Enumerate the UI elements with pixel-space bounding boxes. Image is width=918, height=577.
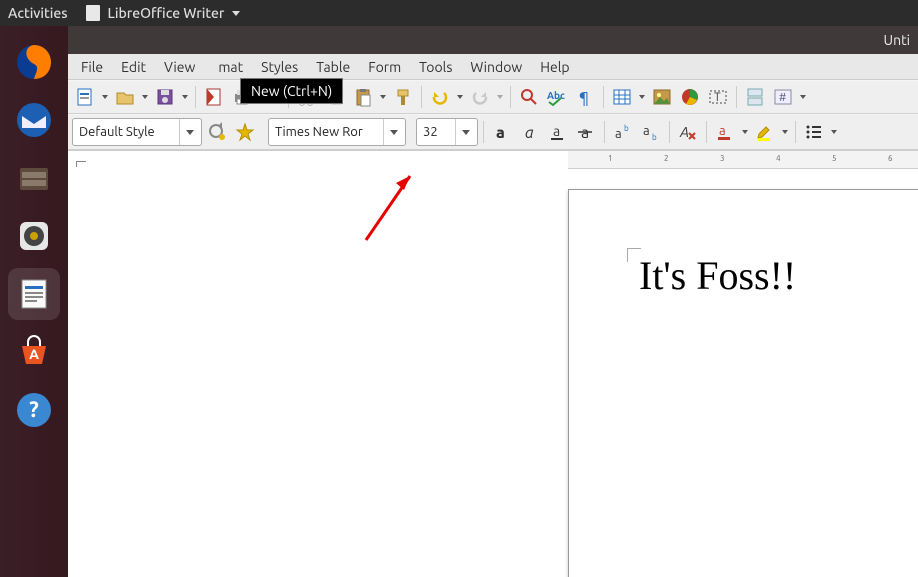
chevron-down-icon[interactable] (455, 119, 475, 145)
italic-button[interactable]: a (517, 119, 543, 145)
chevron-down-icon[interactable] (179, 119, 199, 145)
svg-text:?: ? (29, 397, 39, 422)
undo-button[interactable] (427, 84, 453, 110)
menu-help[interactable]: Help (531, 59, 578, 75)
open-dropdown[interactable] (140, 95, 150, 99)
svg-text:A: A (29, 346, 39, 362)
spellcheck-button[interactable]: Abc (544, 84, 570, 110)
menu-styles[interactable]: Styles (252, 59, 307, 75)
formatting-toolbar: Default Style Times New Ror 32 a a a a a… (68, 114, 918, 150)
paragraph-style-value: Default Style (79, 125, 179, 139)
app-menu[interactable]: LibreOffice Writer (86, 5, 241, 21)
menu-file[interactable]: File (72, 59, 112, 75)
app-window: Unti New (Ctrl+N) File Edit View mat Sty… (68, 26, 918, 577)
svg-text:a: a (496, 124, 505, 142)
svg-text:a: a (719, 124, 726, 138)
redo-dropdown[interactable] (495, 95, 505, 99)
dock-app-libreoffice-writer[interactable] (8, 268, 60, 320)
insert-textbox-button[interactable]: T (705, 84, 731, 110)
svg-text:a: a (525, 124, 534, 142)
insert-chart-button[interactable] (677, 84, 703, 110)
highlight-button[interactable] (752, 119, 778, 145)
tooltip-new: New (Ctrl+N) (240, 78, 343, 104)
document-page[interactable]: It's Foss!! (568, 189, 918, 577)
dock-app-thunderbird[interactable] (8, 94, 60, 146)
undo-dropdown[interactable] (455, 95, 465, 99)
svg-text:a: a (643, 124, 650, 138)
document-text[interactable]: It's Foss!! (639, 252, 796, 299)
save-button[interactable] (152, 84, 178, 110)
svg-text:b: b (624, 124, 629, 133)
dock-app-help[interactable]: ? (8, 384, 60, 436)
clear-formatting-button[interactable]: A (675, 119, 701, 145)
window-title: Unti (884, 32, 910, 48)
svg-text:a: a (581, 124, 589, 142)
insert-table-button[interactable] (609, 84, 635, 110)
font-name-combo[interactable]: Times New Ror (268, 118, 406, 146)
window-titlebar[interactable]: Unti (68, 26, 918, 54)
menu-format[interactable]: mat (209, 59, 252, 75)
insert-field-button[interactable]: # (770, 84, 796, 110)
gnome-top-panel: Activities LibreOffice Writer (0, 0, 918, 26)
new-dropdown[interactable] (100, 95, 110, 99)
dock-app-rhythmbox[interactable] (8, 210, 60, 262)
bold-button[interactable]: a (489, 119, 515, 145)
new-style-button[interactable] (232, 119, 258, 145)
svg-text:b: b (652, 133, 657, 142)
menu-window[interactable]: Window (461, 59, 531, 75)
redo-button[interactable] (467, 84, 493, 110)
bullets-dropdown[interactable] (829, 130, 839, 134)
insert-table-dropdown[interactable] (637, 95, 647, 99)
font-name-value: Times New Ror (275, 125, 383, 139)
paragraph-style-combo[interactable]: Default Style (72, 118, 202, 146)
document-area[interactable]: 1 2 3 4 5 6 7 It's Foss!! (68, 150, 918, 577)
svg-text:A: A (679, 124, 689, 140)
superscript-button[interactable]: ab (610, 119, 636, 145)
standard-toolbar: Abc ¶ T # (68, 80, 918, 114)
insert-image-button[interactable] (649, 84, 675, 110)
caret-down-icon (232, 11, 240, 16)
margin-marker-icon (76, 161, 86, 167)
new-button[interactable] (72, 84, 98, 110)
export-pdf-button[interactable] (201, 84, 227, 110)
svg-text:¶: ¶ (579, 89, 589, 107)
highlight-dropdown[interactable] (780, 130, 790, 134)
find-replace-button[interactable] (516, 84, 542, 110)
menu-tools[interactable]: Tools (410, 59, 461, 75)
chevron-down-icon[interactable] (383, 119, 403, 145)
svg-text:T: T (714, 91, 721, 104)
horizontal-ruler[interactable]: 1 2 3 4 5 6 7 (568, 151, 918, 169)
document-icon (86, 5, 100, 21)
insert-page-break-button[interactable] (742, 84, 768, 110)
svg-text:a: a (615, 127, 622, 141)
open-button[interactable] (112, 84, 138, 110)
strikethrough-button[interactable]: a (573, 119, 599, 145)
formatting-marks-button[interactable]: ¶ (572, 84, 598, 110)
paste-button[interactable] (350, 84, 376, 110)
update-style-button[interactable] (204, 119, 230, 145)
underline-button[interactable]: a (545, 119, 571, 145)
menu-table[interactable]: Table (307, 59, 359, 75)
svg-text:Abc: Abc (547, 90, 565, 101)
save-dropdown[interactable] (180, 95, 190, 99)
subscript-button[interactable]: ab (638, 119, 664, 145)
bullets-button[interactable] (801, 119, 827, 145)
paste-dropdown[interactable] (378, 95, 388, 99)
clone-format-button[interactable] (390, 84, 416, 110)
ubuntu-dock: A ? (0, 26, 68, 577)
font-size-combo[interactable]: 32 (416, 118, 478, 146)
insert-field-dropdown[interactable] (798, 95, 808, 99)
activities-button[interactable]: Activities (8, 5, 68, 21)
dock-app-firefox[interactable] (8, 36, 60, 88)
font-color-button[interactable]: a (712, 119, 738, 145)
dock-app-software[interactable]: A (8, 326, 60, 378)
svg-text:a: a (553, 123, 560, 139)
font-color-dropdown[interactable] (740, 130, 750, 134)
font-size-value: 32 (423, 125, 455, 139)
svg-text:#: # (779, 92, 786, 104)
dock-app-files[interactable] (8, 152, 60, 204)
menu-edit[interactable]: Edit (112, 59, 155, 75)
menubar: File Edit View mat Styles Table Form Too… (68, 54, 918, 80)
menu-form[interactable]: Form (359, 59, 410, 75)
